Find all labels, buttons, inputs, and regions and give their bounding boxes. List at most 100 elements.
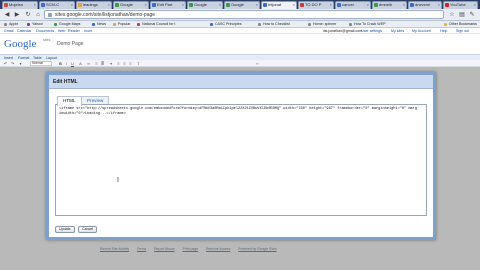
gbar-link-user-settings[interactable]: User settings [361, 29, 382, 33]
gbar-link-my-sites[interactable]: My sites [391, 29, 404, 33]
folder-icon [444, 23, 447, 26]
bookmark-item[interactable]: News [92, 22, 106, 27]
footer-link[interactable]: Terms [137, 247, 146, 251]
forward-arrow-icon[interactable]: ▶ [13, 11, 21, 19]
footer-link[interactable]: Recent Site Activity [100, 247, 129, 251]
bookmark-item[interactable]: CASC Principles [210, 22, 242, 27]
bookmark-item[interactable]: Popular [113, 22, 130, 27]
tab-favicon-icon [41, 3, 45, 7]
star-icon[interactable]: ☆ [448, 11, 456, 19]
bookmark-item[interactable]: How To Crack WEP [349, 22, 386, 27]
link-icon[interactable]: ∞ [86, 61, 91, 66]
bookmark-icon [4, 23, 7, 26]
page-title: Demo Page [57, 41, 84, 47]
browser-tab[interactable]: Google × [224, 1, 260, 9]
close-icon[interactable]: × [474, 2, 476, 8]
bookmark-icon [27, 23, 30, 26]
browser-tab[interactable]: cancer × [335, 1, 371, 9]
gbar-link-help[interactable]: Help [440, 29, 447, 33]
dialog-title-bar[interactable]: Edit HTML [49, 75, 433, 89]
page-icon [48, 13, 52, 17]
browser-tab[interactable]: Edit Part × [150, 1, 186, 9]
bookmark-item[interactable]: Apple [4, 22, 18, 27]
align-left-icon[interactable]: ≡ [116, 61, 121, 66]
cancel-button[interactable]: Cancel [78, 226, 98, 233]
bookmark-icon [92, 23, 95, 26]
close-icon[interactable]: × [293, 2, 295, 8]
browser-tab[interactable]: dmnelh × [372, 1, 407, 9]
close-icon[interactable]: × [438, 2, 440, 8]
close-icon[interactable]: × [71, 2, 73, 8]
text-cursor-icon: I [117, 177, 119, 184]
update-button[interactable]: Update [55, 226, 75, 233]
browser-tab[interactable]: dnevxmi × [408, 1, 442, 9]
bookmark-item[interactable]: Yahoo! [27, 22, 43, 27]
gbar-link-gmail[interactable]: Gmail [4, 29, 13, 33]
page-menu-icon[interactable]: ▤ [458, 11, 466, 19]
footer-link[interactable]: Print page [183, 247, 198, 251]
browser-nav-bar: ◀ ▶ ↻ ⌂ sites.google.com/site/listjonath… [0, 9, 480, 21]
italic-icon[interactable]: I [64, 61, 69, 66]
close-icon[interactable]: × [403, 2, 405, 8]
close-icon[interactable]: × [330, 2, 332, 8]
bold-icon[interactable]: B [58, 61, 63, 66]
address-bar[interactable]: sites.google.com/site/listjonathan/demo-… [44, 10, 444, 19]
align-center-icon[interactable]: ≡ [122, 61, 127, 66]
browser-tab[interactable]: Google × [187, 1, 223, 9]
close-icon[interactable]: × [145, 2, 147, 8]
home-icon[interactable]: ⌂ [34, 11, 42, 19]
gbar-link-documents[interactable]: Documents [36, 29, 54, 33]
tab-favicon-icon [152, 3, 156, 7]
bookmark-item[interactable]: National Council for t [137, 22, 175, 27]
bookmark-item[interactable]: Google Maps [54, 22, 80, 27]
indent-icon[interactable]: ⇥ [108, 61, 113, 66]
gbar-link-sign-out[interactable]: Sign out [456, 29, 469, 33]
edit-html-dialog: Edit HTML HTML Preview <iframe src="http… [46, 72, 436, 240]
close-icon[interactable]: × [182, 2, 184, 8]
close-icon[interactable]: × [367, 2, 369, 8]
google-bar: Gmail Calendar Documents Web Reader more… [0, 28, 480, 34]
close-icon[interactable]: × [219, 2, 221, 8]
html-editor-textarea[interactable]: <iframe src="http://spreadsheets.google.… [55, 104, 427, 216]
footer-link[interactable]: Report Abuse [154, 247, 175, 251]
footer-link[interactable]: Remove Access [206, 247, 230, 251]
footer-link[interactable]: Powered by Google Sites [238, 247, 276, 251]
back-arrow-icon[interactable]: ◀ [3, 11, 11, 19]
bookmark-icon [113, 23, 116, 26]
wrench-icon[interactable]: ✎ [468, 11, 476, 19]
browser-tab-active[interactable]: Intjonat × [261, 1, 297, 9]
style-select[interactable]: Normal [30, 61, 52, 66]
underline-icon[interactable]: U [70, 61, 75, 66]
format-brush-icon[interactable]: ▾ [18, 61, 23, 66]
text-color-icon[interactable]: A [78, 61, 83, 66]
other-bookmarks[interactable]: Other Bookmarks [444, 22, 477, 27]
gbar-link-reader[interactable]: Reader [68, 29, 80, 33]
browser-tab[interactable]: Mojetsn × [2, 1, 38, 9]
close-icon[interactable]: × [256, 2, 258, 8]
redo-icon[interactable]: ↷ [10, 61, 15, 66]
numbered-list-icon[interactable]: ≡ [94, 61, 99, 66]
browser-tab[interactable]: Google × [113, 1, 149, 9]
browser-tab[interactable]: leadings × [76, 1, 112, 9]
tab-favicon-icon [189, 3, 193, 7]
bookmark-item[interactable]: Home: spinner [308, 22, 336, 27]
clear-format-icon[interactable]: T [136, 61, 141, 66]
bookmark-item[interactable]: How to Checklist [258, 22, 290, 27]
close-icon[interactable]: × [108, 2, 110, 8]
align-right-icon[interactable]: ≡ [128, 61, 133, 66]
tab-html[interactable]: HTML [57, 96, 82, 106]
browser-tab[interactable]: TO DO P × [298, 1, 334, 9]
reload-icon[interactable]: ↻ [24, 11, 32, 19]
browser-tab[interactable]: SCM-C × [39, 1, 75, 9]
google-logo[interactable]: Google [4, 38, 36, 50]
undo-icon[interactable]: ↶ [3, 61, 8, 66]
editor-toolbar: ↶ ↷ ▾ Normal B I U A ∞ ≡ ≣ ⇥ ≡ ≡ ≡ T ‹› [0, 60, 480, 67]
browser-tab[interactable]: YouTube × [443, 1, 478, 9]
close-icon[interactable]: × [34, 2, 36, 8]
bulleted-list-icon[interactable]: ≣ [100, 61, 105, 66]
gbar-link-more[interactable]: more [84, 29, 92, 33]
gbar-link-my-account[interactable]: My Account [412, 29, 431, 33]
gbar-link-calendar[interactable]: Calendar [17, 29, 32, 33]
html-icon[interactable]: ‹› [255, 61, 260, 66]
gbar-link-web[interactable]: Web [58, 29, 65, 33]
